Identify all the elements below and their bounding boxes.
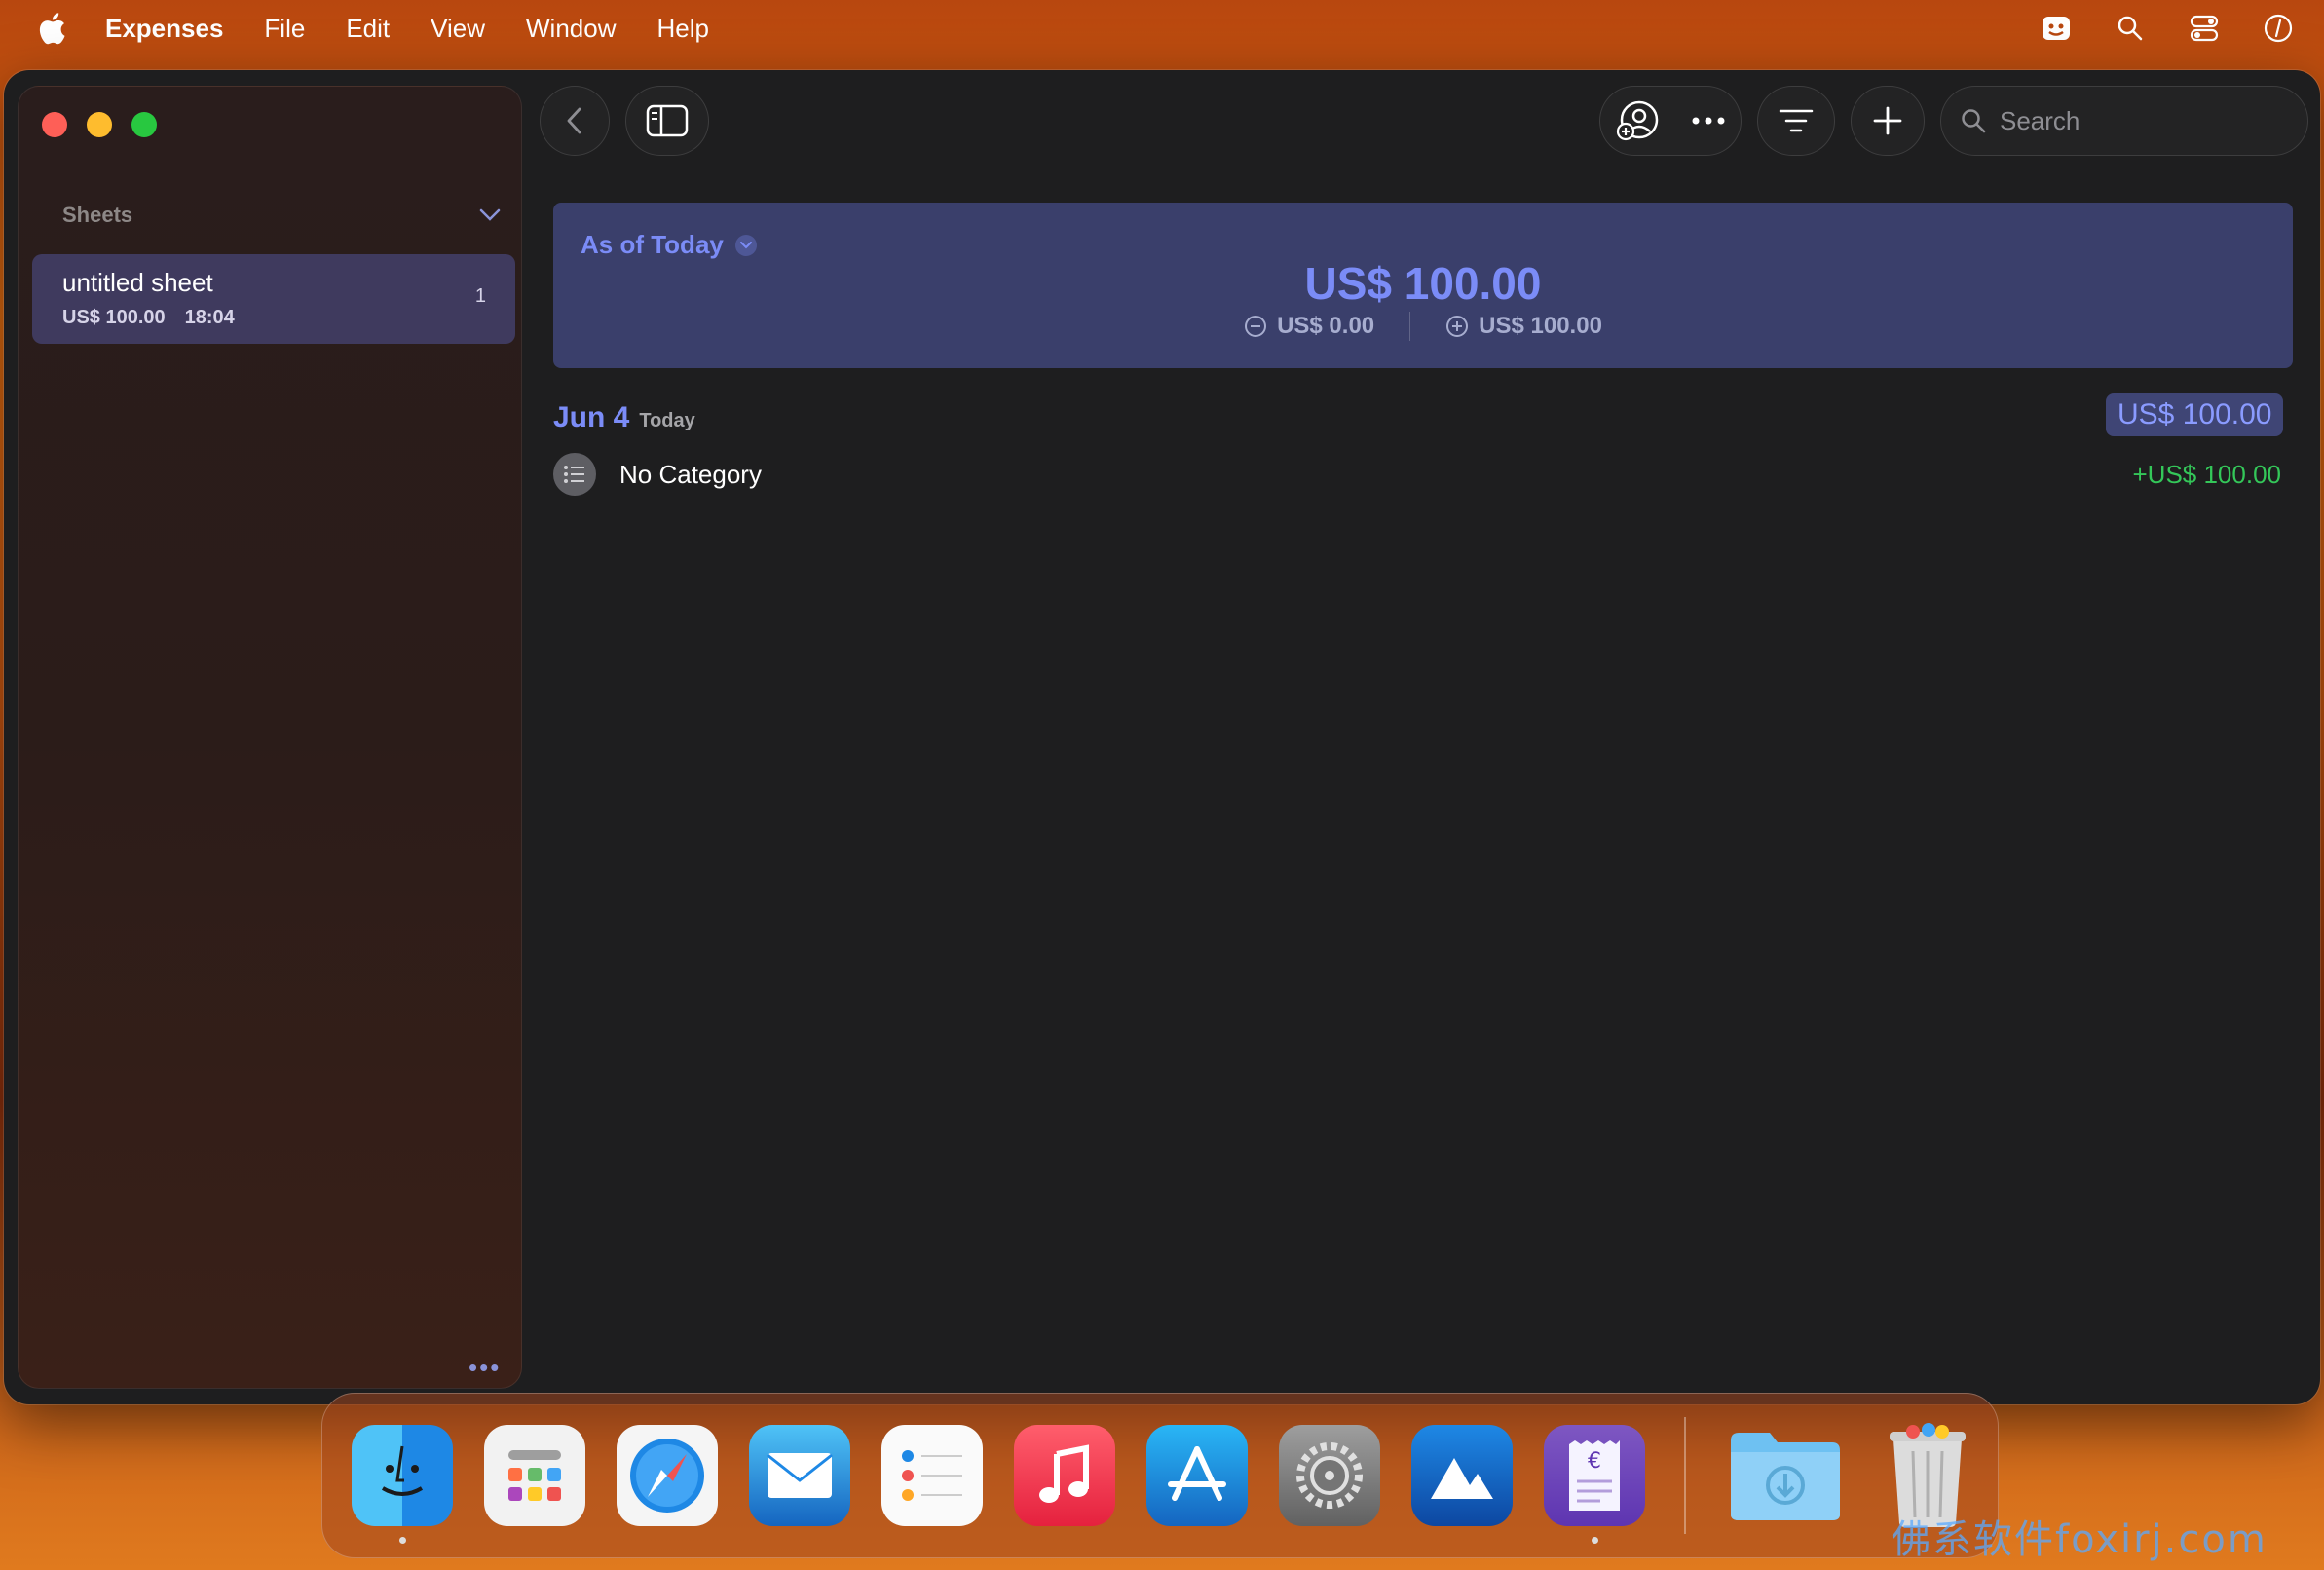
summary-card: As of Today US$ 100.00 US$ 0.00 US$ 100.…	[553, 203, 2293, 368]
list-item[interactable]: No Category +US$ 100.00	[553, 450, 2291, 499]
filter-button[interactable]	[1757, 86, 1835, 156]
sheet-time: 18:04	[184, 307, 235, 328]
filter-icon	[1779, 109, 1814, 132]
day-total-badge: US$ 100.00	[2106, 393, 2284, 436]
entry-amount: +US$ 100.00	[2132, 459, 2281, 489]
sidebar-icon	[646, 104, 689, 137]
menu-view[interactable]: View	[431, 14, 485, 44]
downloads-folder-icon[interactable]	[1725, 1425, 1846, 1526]
plus-circle-icon	[1446, 316, 1469, 337]
reminders-icon[interactable]	[881, 1425, 983, 1526]
control-center-icon[interactable]	[2188, 12, 2221, 45]
system-settings-icon[interactable]	[1279, 1425, 1380, 1526]
dock-separator	[1684, 1417, 1686, 1534]
search-icon	[1962, 109, 1986, 133]
breakdown-divider	[1409, 312, 1411, 341]
music-icon[interactable]	[1014, 1425, 1115, 1526]
menu-bar: Expenses File Edit View Window Help	[0, 0, 2324, 56]
window-controls	[42, 112, 157, 137]
day-date: Jun 4	[553, 401, 630, 433]
day-header: Jun 4 Today	[553, 401, 695, 434]
expenses-app-icon[interactable]: €	[1544, 1425, 1645, 1544]
watermark: 佛系软件foxirj.com	[1892, 1517, 2268, 1562]
chevron-left-icon	[567, 107, 581, 134]
dock: €	[321, 1393, 1999, 1558]
menu-window[interactable]: Window	[526, 14, 616, 44]
launchpad-icon[interactable]	[484, 1425, 585, 1526]
siri-icon[interactable]	[2262, 12, 2295, 45]
minus-circle-icon	[1245, 316, 1267, 337]
mail-icon[interactable]	[749, 1425, 850, 1526]
zoom-window-button[interactable]	[131, 112, 157, 137]
add-entry-button[interactable]	[1851, 86, 1925, 156]
safari-icon[interactable]	[617, 1425, 718, 1526]
income-amount: US$ 100.00	[1479, 313, 1602, 339]
day-relative-label: Today	[639, 410, 695, 431]
status-bar	[2040, 12, 2295, 45]
sheet-name: untitled sheet	[62, 268, 213, 297]
running-indicator	[1592, 1537, 1598, 1544]
plus-icon	[1873, 106, 1902, 135]
entry-category: No Category	[619, 459, 762, 489]
search-input[interactable]	[2000, 105, 2292, 136]
sidebar-item-untitled-sheet[interactable]: untitled sheet US$ 100.00 18:04 1	[32, 254, 515, 344]
app-status-icon[interactable]	[2040, 12, 2073, 45]
toggle-sidebar-button[interactable]	[625, 86, 709, 156]
altitude-app-icon[interactable]	[1411, 1425, 1513, 1526]
sheet-amount: US$ 100.00	[62, 307, 166, 328]
menu-help[interactable]: Help	[657, 14, 709, 44]
spotlight-search-icon[interactable]	[2114, 12, 2147, 45]
period-label: As of Today	[581, 230, 724, 259]
list-category-icon	[553, 453, 596, 496]
more-options-icon[interactable]	[1691, 116, 1726, 126]
sheet-entry-count: 1	[474, 285, 486, 307]
chevron-down-icon	[734, 234, 757, 256]
sheets-section-header[interactable]: Sheets	[62, 200, 501, 231]
app-store-icon[interactable]	[1146, 1425, 1248, 1526]
running-indicator	[399, 1537, 406, 1544]
chevron-down-icon[interactable]	[479, 208, 501, 222]
minimize-window-button[interactable]	[87, 112, 112, 137]
apple-logo-icon[interactable]	[37, 12, 66, 45]
expenses-total: US$ 0.00	[1244, 312, 1374, 341]
back-button[interactable]	[540, 86, 610, 156]
income-total: US$ 100.00	[1445, 312, 1602, 341]
expenses-amount: US$ 0.00	[1277, 313, 1375, 339]
menu-edit[interactable]: Edit	[346, 14, 390, 44]
share-group	[1599, 86, 1742, 156]
finder-icon[interactable]	[352, 1425, 453, 1544]
search-field[interactable]	[1940, 86, 2308, 156]
add-collaborator-icon[interactable]	[1616, 98, 1661, 143]
app-window: Sheets untitled sheet US$ 100.00 18:04 1…	[4, 70, 2320, 1404]
balance-breakdown: US$ 0.00 US$ 100.00	[553, 312, 2293, 341]
sheet-meta: US$ 100.00 18:04	[62, 307, 235, 329]
balance-total: US$ 100.00	[1304, 258, 1542, 309]
sidebar-more-button[interactable]: •••	[469, 1353, 501, 1383]
menu-file[interactable]: File	[264, 14, 305, 44]
menu-app-name[interactable]: Expenses	[105, 14, 223, 44]
close-window-button[interactable]	[42, 112, 67, 137]
sheets-section-title: Sheets	[62, 203, 133, 227]
svg-text:€: €	[1588, 1449, 1601, 1474]
period-selector[interactable]: As of Today	[581, 230, 757, 260]
sidebar: Sheets untitled sheet US$ 100.00 18:04 1…	[18, 86, 522, 1389]
